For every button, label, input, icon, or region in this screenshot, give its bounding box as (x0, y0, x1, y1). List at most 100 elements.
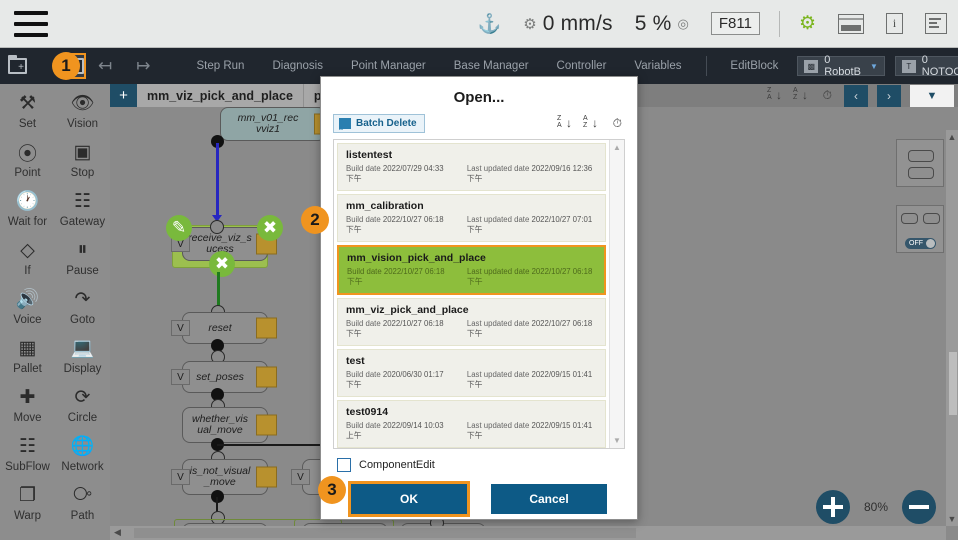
add-tab-icon[interactable]: + (110, 84, 137, 107)
canvas-side-panel: OFF (896, 139, 944, 271)
tool-path-icon: ⚙ (798, 13, 816, 34)
scroll-down-icon[interactable]: ▼ (946, 514, 958, 524)
flow-node-set-poses[interactable]: V set_poses (171, 361, 277, 393)
node-layout-icon[interactable] (896, 139, 944, 187)
list-item[interactable]: mm_calibration Build date 2022/10/27 06:… (337, 194, 606, 242)
node-connector[interactable] (210, 220, 224, 234)
sidebar-item-goto[interactable]: ↷ Goto (55, 286, 110, 335)
hamburger-menu-icon[interactable] (14, 10, 48, 37)
list-item[interactable]: test0914 Build date 2022/09/14 10:03 上午 … (337, 400, 606, 448)
component-edit-checkbox[interactable] (337, 458, 351, 472)
sidebar-item-warp[interactable]: ❐ Warp (0, 482, 55, 531)
project-list[interactable]: listentest Build date 2022/07/29 04:33 下… (333, 139, 625, 449)
ok-button[interactable]: OK (348, 481, 470, 517)
scrollbar-thumb[interactable] (134, 528, 636, 538)
node-badge: V (171, 469, 190, 485)
updated-label: Last updated date (466, 164, 530, 173)
divider (778, 10, 780, 37)
menu-controller[interactable]: Controller (543, 60, 621, 72)
flow-node-reset[interactable]: V reset (171, 312, 277, 344)
dialog-title: Open... (453, 89, 505, 106)
node-type-icon (256, 366, 277, 388)
flow-node-is-not-visual-move[interactable]: V is_not_visual _move (171, 459, 277, 495)
node-delete-icon[interactable]: ✖ (209, 251, 235, 277)
node-delete-icon[interactable]: ✖ (257, 215, 283, 241)
sidebar-item-pause[interactable]: ⏸ Pause (55, 237, 110, 286)
vertical-scrollbar[interactable]: ▲ ▼ (946, 130, 958, 526)
menu-base-manager[interactable]: Base Manager (440, 60, 543, 72)
sidebar-item-path[interactable]: ⧂ Path (55, 482, 110, 531)
cancel-button[interactable]: Cancel (491, 484, 607, 514)
sidebar-item-subflow[interactable]: ☷ SubFlow (0, 433, 55, 482)
robot-select-dropdown[interactable]: ▩ 0 RobotB ▼ (797, 54, 885, 78)
keyboard-button[interactable] (827, 0, 875, 47)
sidebar-item-wait-for[interactable]: 🕐 Wait for (0, 188, 55, 237)
node-edit-icon[interactable]: ✎ (166, 215, 192, 241)
list-item-selected[interactable]: mm_vision_pick_and_place Build date 2022… (337, 245, 606, 295)
scrollbar-thumb[interactable] (949, 351, 957, 416)
sort-time-icon[interactable]: ⏱ (818, 87, 835, 104)
sort-time-icon[interactable]: ⏱ (608, 115, 625, 132)
batch-delete-button[interactable]: Batch Delete (333, 114, 425, 133)
tab-mm-viz-pick-and-place[interactable]: mm_viz_pick_and_place (137, 84, 304, 107)
sidebar-item-move[interactable]: ✚ Move (0, 384, 55, 433)
menu-edit-block[interactable]: EditBlock (716, 60, 792, 72)
sort-name-asc-icon[interactable]: Z A ↓ (556, 115, 573, 132)
flow-node-whether-visual-move[interactable]: whether_vis ual_move (182, 407, 277, 443)
tool-path-button[interactable]: ⚙ (788, 0, 827, 47)
scroll-down-icon[interactable]: ▼ (610, 436, 624, 445)
list-item[interactable]: listentest Build date 2022/07/29 04:33 下… (337, 143, 606, 191)
horizontal-scrollbar[interactable]: ◀ (110, 526, 946, 540)
flow-node-label: set_poses (196, 370, 244, 383)
undo-icon[interactable]: ↤ (86, 56, 124, 76)
robot-status-icon: ⚓ (477, 13, 502, 35)
sidebar-item-point[interactable]: ⦿ Point (0, 139, 55, 188)
flow-node-mm-v01-rec[interactable]: mm_v01_rec vviz1 (220, 107, 335, 141)
sidebar-item-label: Pause (66, 265, 99, 277)
sidebar-item-vision[interactable]: 👁 Vision (55, 90, 110, 139)
scroll-up-icon[interactable]: ▲ (610, 143, 624, 152)
project-name: test (346, 355, 365, 367)
tool-select-dropdown[interactable]: T 0 NOTOC ▼ (894, 54, 958, 78)
sidebar-item-if[interactable]: ◇ If (0, 237, 55, 286)
chevron-down-icon[interactable]: ▼ (910, 84, 954, 107)
sidebar-item-set[interactable]: ⚒ Set (0, 90, 55, 139)
frame-indicator[interactable]: F811 (700, 0, 771, 47)
link-toggle[interactable]: OFF (905, 238, 936, 249)
redo-icon[interactable]: ↦ (124, 56, 162, 76)
tool-select-value: 0 NOTOC (921, 54, 958, 78)
sidebar-item-circle[interactable]: ⟳ Circle (55, 384, 110, 433)
new-project-icon[interactable]: + (8, 53, 27, 79)
speed-indicator[interactable]: ⚙ 0 mm/s (512, 0, 624, 47)
component-edit-row[interactable]: ComponentEdit (321, 449, 637, 472)
sidebar-item-display[interactable]: 💻 Display (55, 335, 110, 384)
sidebar-item-gateway[interactable]: ☷ Gateway (55, 188, 110, 237)
scroll-left-icon[interactable]: ◀ (114, 527, 121, 538)
sort-az-icon[interactable]: Z A ↓ (766, 87, 783, 104)
node-link-icon[interactable]: OFF (896, 205, 944, 253)
build-date-label: Build date (346, 370, 381, 379)
zoom-out-icon[interactable] (902, 490, 936, 524)
sort-za-icon[interactable]: A Z ↓ (792, 87, 809, 104)
log-button[interactable] (914, 0, 958, 47)
menu-point-manager[interactable]: Point Manager (337, 60, 440, 72)
scroll-up-icon[interactable]: ▲ (946, 132, 958, 142)
zoom-in-icon[interactable] (815, 490, 850, 524)
sidebar-item-pallet[interactable]: ▦ Pallet (0, 335, 55, 384)
list-item[interactable]: mm_viz_pick_and_place Build date 2022/10… (337, 298, 606, 346)
percent-indicator[interactable]: 5 % ◎ (624, 0, 700, 47)
sidebar-item-network[interactable]: 🌐 Network (55, 433, 110, 482)
sidebar-item-stop[interactable]: ▣ Stop (55, 139, 110, 188)
menu-variables[interactable]: Variables (620, 60, 695, 72)
list-scrollbar[interactable]: ▲ ▼ (609, 140, 624, 448)
menu-step-run[interactable]: Step Run (183, 60, 259, 72)
robot-status-indicator[interactable]: ⚓ (467, 0, 513, 47)
sidebar-item-voice[interactable]: 🔊 Voice (0, 286, 55, 335)
chevron-left-icon[interactable]: ‹ (844, 84, 868, 107)
list-item[interactable]: test Build date 2020/06/30 01:17 下午 Last… (337, 349, 606, 397)
sort-name-desc-icon[interactable]: A Z ↓ (582, 115, 599, 132)
chevron-right-icon[interactable]: › (877, 84, 901, 107)
updated-label: Last updated date (466, 267, 530, 276)
menu-diagnosis[interactable]: Diagnosis (258, 60, 337, 72)
info-button[interactable]: i (875, 0, 914, 47)
